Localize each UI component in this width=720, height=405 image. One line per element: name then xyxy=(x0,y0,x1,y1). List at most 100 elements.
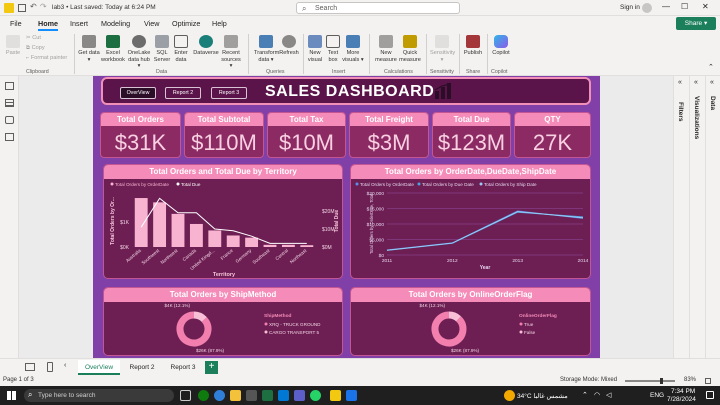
desktop-view-icon[interactable] xyxy=(25,363,35,371)
report-view-icon[interactable] xyxy=(5,82,14,90)
territory-chart-card[interactable]: Total Orders and Total Due by Territory … xyxy=(103,164,343,279)
kpi-card-total-orders[interactable]: Total Orders $31K xyxy=(100,112,181,158)
edge-icon[interactable] xyxy=(214,390,225,401)
zoom-handle[interactable] xyxy=(660,378,663,384)
copy-button[interactable]: ⧉ Copy xyxy=(26,45,45,52)
weather-text[interactable]: 34°C مشمس غالبا xyxy=(517,392,568,400)
ribbon-collapse-icon[interactable]: ⌃ xyxy=(708,63,714,71)
model-view-icon[interactable] xyxy=(5,116,14,124)
table-view-icon[interactable] xyxy=(5,99,14,107)
windows-start-icon[interactable] xyxy=(7,391,16,400)
menu-modeling[interactable]: Modeling xyxy=(101,19,130,28)
recent-sources-label: Recent sources xyxy=(221,50,241,63)
collapse-icon[interactable]: « xyxy=(678,79,682,86)
nav-report3-button[interactable]: Report 3 xyxy=(211,87,247,99)
store-icon[interactable] xyxy=(246,390,257,401)
quick-measure-button[interactable]: Quick measure xyxy=(399,35,421,63)
new-measure-button[interactable]: New measure xyxy=(373,35,399,63)
prev-page-icon[interactable]: ‹ xyxy=(64,362,66,369)
menu-home[interactable]: Home xyxy=(38,19,58,31)
window-title: lab3 • Last saved: Today at 6:24 PM xyxy=(52,4,156,11)
bar-7 xyxy=(263,244,277,247)
chrome-icon[interactable] xyxy=(198,390,209,401)
collapse-icon[interactable]: « xyxy=(694,79,698,86)
network-icon[interactable]: ◠ xyxy=(594,391,600,399)
shipmethod-chart-card[interactable]: Total Orders by ShipMethod $4K (12.1%) $2… xyxy=(103,287,343,356)
nav-report2-button[interactable]: Report 2 xyxy=(165,87,201,99)
close-icon[interactable]: ✕ xyxy=(702,2,709,11)
save-icon[interactable] xyxy=(18,4,26,12)
undo-icon[interactable]: ↶ xyxy=(30,2,37,11)
language-indicator[interactable]: ENG xyxy=(650,392,664,399)
transform-data-button[interactable]: Transform data ▾ xyxy=(254,35,279,63)
menu-view[interactable]: View xyxy=(144,19,159,28)
notification-icon[interactable] xyxy=(706,391,714,399)
dates-chart-card[interactable]: Total Orders by OrderDate,DueDate,ShipDa… xyxy=(350,164,591,279)
kpi-card-qty[interactable]: QTY 27K xyxy=(514,112,591,158)
menu-insert[interactable]: Insert xyxy=(70,19,88,28)
app-icon[interactable] xyxy=(346,390,357,401)
kpi-card-total-freight[interactable]: Total Freight $3M xyxy=(349,112,429,158)
menu-optimize[interactable]: Optimize xyxy=(172,19,200,28)
refresh-button[interactable]: Refresh xyxy=(279,35,299,57)
new-visual-button[interactable]: New visual xyxy=(307,35,323,63)
onelake-button[interactable]: OneLake data hub ▾ xyxy=(126,35,152,70)
get-data-button[interactable]: Get data ▾ xyxy=(78,35,100,63)
enter-data-button[interactable]: Enter data xyxy=(172,35,190,63)
dax-query-view-icon[interactable] xyxy=(5,133,14,141)
volume-icon[interactable]: ◁ xyxy=(606,391,611,399)
maximize-icon[interactable]: ☐ xyxy=(681,2,688,11)
tray-arrow-icon[interactable]: ⌃ xyxy=(582,391,588,399)
zoom-slider[interactable] xyxy=(625,380,675,382)
kpi-label: Total Freight xyxy=(350,113,428,126)
add-page-button[interactable]: + xyxy=(205,361,218,374)
redo-icon[interactable]: ↷ xyxy=(40,2,47,11)
nav-overview-button[interactable]: OverView xyxy=(120,87,156,99)
excel-app-icon[interactable] xyxy=(262,390,273,401)
visualizations-pane[interactable]: « Visualizations xyxy=(689,76,705,358)
kpi-card-total-subtotal[interactable]: Total Subtotal $110M xyxy=(184,112,264,158)
page-tab-report2[interactable]: Report 2 xyxy=(122,360,162,375)
publish-button[interactable]: Publish xyxy=(463,35,483,57)
mail-icon[interactable] xyxy=(278,390,289,401)
powerbi-app-icon[interactable] xyxy=(330,390,341,401)
teams-icon[interactable] xyxy=(294,390,305,401)
kpi-card-total-due[interactable]: Total Due $123M xyxy=(432,112,511,158)
whatsapp-icon[interactable] xyxy=(310,390,321,401)
avatar[interactable] xyxy=(642,3,652,13)
search-box[interactable]: ⌕ Search xyxy=(296,2,460,14)
title-bar: ↶ ↷ lab3 • Last saved: Today at 6:24 PM … xyxy=(0,0,720,16)
weather-icon[interactable] xyxy=(504,390,515,401)
minimize-icon[interactable]: — xyxy=(662,2,670,11)
file-explorer-icon[interactable] xyxy=(230,390,241,401)
sign-in-link[interactable]: Sign in xyxy=(620,4,640,11)
kpi-card-total-tax[interactable]: Total Tax $10M xyxy=(267,112,346,158)
paste-button[interactable]: Paste xyxy=(4,35,22,57)
recent-sources-button[interactable]: Recent sources ▾ xyxy=(220,35,242,70)
collapse-icon[interactable]: « xyxy=(710,79,714,86)
menu-help[interactable]: Help xyxy=(212,19,227,28)
more-visuals-button[interactable]: More visuals ▾ xyxy=(342,35,364,63)
page-tab-overview[interactable]: OverView xyxy=(78,360,120,375)
data-pane[interactable]: « Data xyxy=(705,76,720,358)
taskbar-search[interactable]: ⌕ Type here to search xyxy=(24,389,174,402)
text-box-button[interactable]: Text box xyxy=(326,35,340,63)
dataverse-button[interactable]: Dataverse xyxy=(192,35,220,57)
share-button[interactable]: Share ▾ xyxy=(676,17,716,30)
menu-file[interactable]: File xyxy=(10,19,22,28)
copilot-button[interactable]: Copilot xyxy=(491,35,511,57)
fit-page-icon[interactable] xyxy=(705,378,711,384)
clock-time[interactable]: 7:34 PM xyxy=(671,388,695,395)
page-tab-report3[interactable]: Report 3 xyxy=(164,360,202,375)
clock-date[interactable]: 7/28/2024 xyxy=(667,396,696,403)
cut-button[interactable]: ✂ Cut xyxy=(26,35,41,42)
legend-item: False xyxy=(524,330,536,335)
excel-button[interactable]: Excel workbook xyxy=(100,35,126,63)
onlineflag-chart-card[interactable]: Total Orders by OnlineOrderFlag $4K (12.… xyxy=(350,287,591,356)
sql-server-button[interactable]: SQL Server xyxy=(153,35,171,63)
sensitivity-button[interactable]: Sensitivity ▾ xyxy=(430,35,455,63)
task-view-icon[interactable] xyxy=(180,390,191,401)
filters-pane[interactable]: « Filters xyxy=(673,76,689,358)
format-painter-button[interactable]: ⌐ Format painter xyxy=(26,55,67,62)
mobile-view-icon[interactable] xyxy=(47,362,53,372)
